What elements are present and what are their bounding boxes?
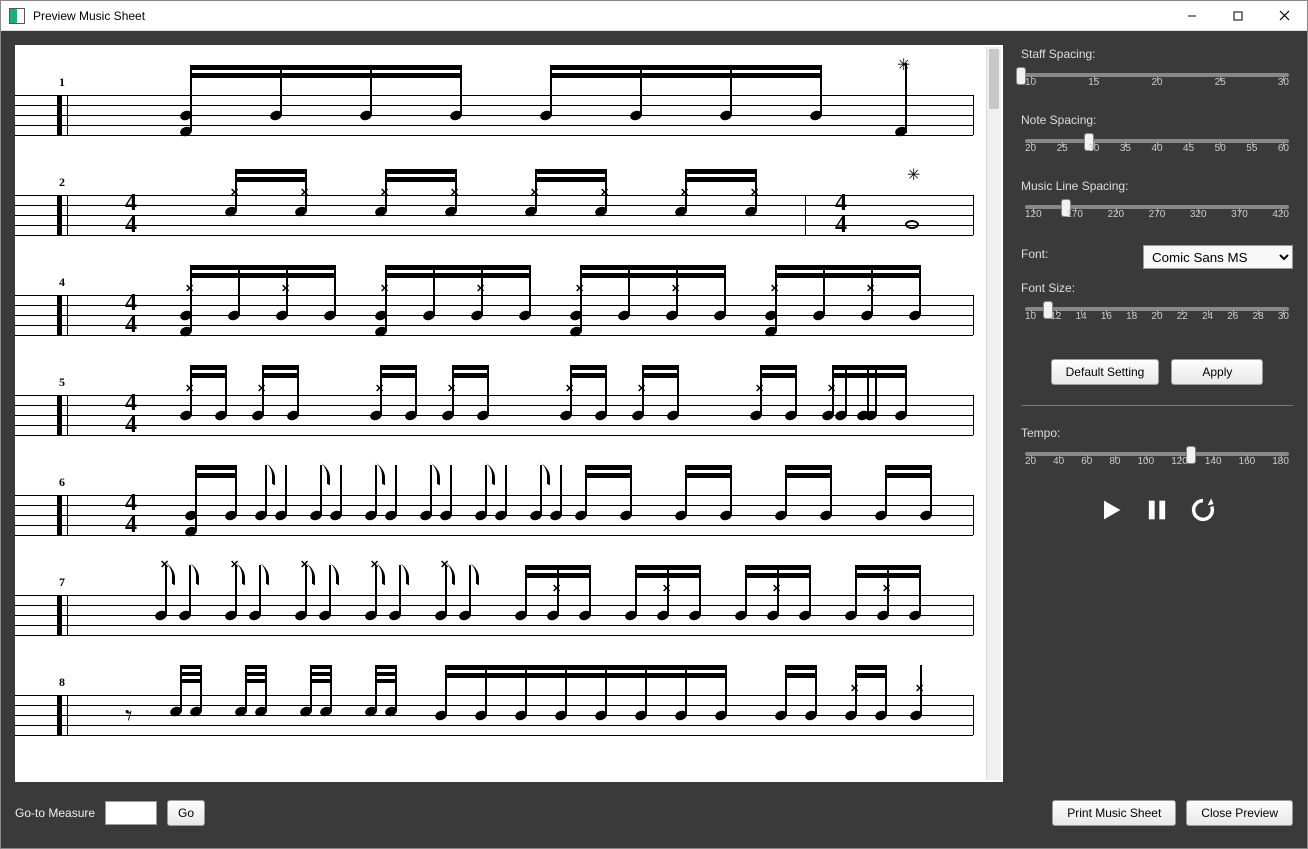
sheet-preview: 1✳24444✳44454464478𝄾 xyxy=(15,45,1003,782)
staff-line: 1✳ xyxy=(15,45,1003,145)
tempo-slider[interactable]: 20406080100120140160180 xyxy=(1021,446,1293,480)
content-area: 1✳24444✳44454464478𝄾 Staff Spacing: 1015… xyxy=(1,31,1307,848)
pause-button[interactable] xyxy=(1143,496,1171,524)
staff-spacing-slider[interactable]: 1015202530 xyxy=(1021,67,1293,101)
staff-spacing-label: Staff Spacing: xyxy=(1021,47,1293,61)
maximize-button[interactable] xyxy=(1215,1,1261,31)
font-size-control: Font Size: 1012141618202224262830 xyxy=(1021,281,1293,335)
close-button[interactable] xyxy=(1261,1,1307,31)
play-button[interactable] xyxy=(1097,496,1125,524)
window-title: Preview Music Sheet xyxy=(33,9,145,23)
staff-spacing-control: Staff Spacing: 1015202530 xyxy=(1021,47,1293,101)
font-select[interactable]: ArialComic Sans MSTimes New RomanVerdana xyxy=(1143,245,1293,269)
close-preview-button[interactable]: Close Preview xyxy=(1186,800,1293,826)
default-setting-button[interactable]: Default Setting xyxy=(1051,359,1160,385)
bottom-bar: Go-to Measure Go Print Music Sheet Close… xyxy=(15,792,1293,834)
goto-measure-input[interactable] xyxy=(105,801,157,825)
separator xyxy=(1021,405,1293,406)
note-spacing-slider[interactable]: 202530354045505560 xyxy=(1021,133,1293,167)
staff-line: 8𝄾 xyxy=(15,645,1003,745)
app-icon xyxy=(9,8,25,24)
line-spacing-control: Music Line Spacing: 12017022027032037042… xyxy=(1021,179,1293,233)
tempo-label: Tempo: xyxy=(1021,426,1293,440)
settings-panel: Staff Spacing: 1015202530 Note Spacing: … xyxy=(1021,45,1293,782)
titlebar: Preview Music Sheet xyxy=(1,1,1307,31)
minimize-button[interactable] xyxy=(1169,1,1215,31)
note-spacing-label: Note Spacing: xyxy=(1021,113,1293,127)
line-spacing-label: Music Line Spacing: xyxy=(1021,179,1293,193)
app-window: Preview Music Sheet 1✳24444✳44454464478𝄾… xyxy=(0,0,1308,849)
font-label: Font: xyxy=(1021,247,1048,261)
font-size-label: Font Size: xyxy=(1021,281,1293,295)
line-spacing-slider[interactable]: 120170220270320370420 xyxy=(1021,199,1293,233)
font-control: Font: ArialComic Sans MSTimes New RomanV… xyxy=(1021,245,1293,269)
font-size-slider[interactable]: 1012141618202224262830 xyxy=(1021,301,1293,335)
scrollbar[interactable] xyxy=(986,47,1001,780)
tempo-control: Tempo: 20406080100120140160180 xyxy=(1021,426,1293,480)
staff-line: 7 xyxy=(15,545,1003,645)
staff-line: 24444✳ xyxy=(15,145,1003,245)
staff-line: 444 xyxy=(15,245,1003,345)
go-button[interactable]: Go xyxy=(167,800,205,826)
staff-line: 644 xyxy=(15,445,1003,545)
loop-button[interactable] xyxy=(1189,496,1217,524)
goto-label: Go-to Measure xyxy=(15,806,95,820)
apply-button[interactable]: Apply xyxy=(1171,359,1263,385)
print-button[interactable]: Print Music Sheet xyxy=(1052,800,1176,826)
staff-line: 544 xyxy=(15,345,1003,445)
note-spacing-control: Note Spacing: 202530354045505560 xyxy=(1021,113,1293,167)
